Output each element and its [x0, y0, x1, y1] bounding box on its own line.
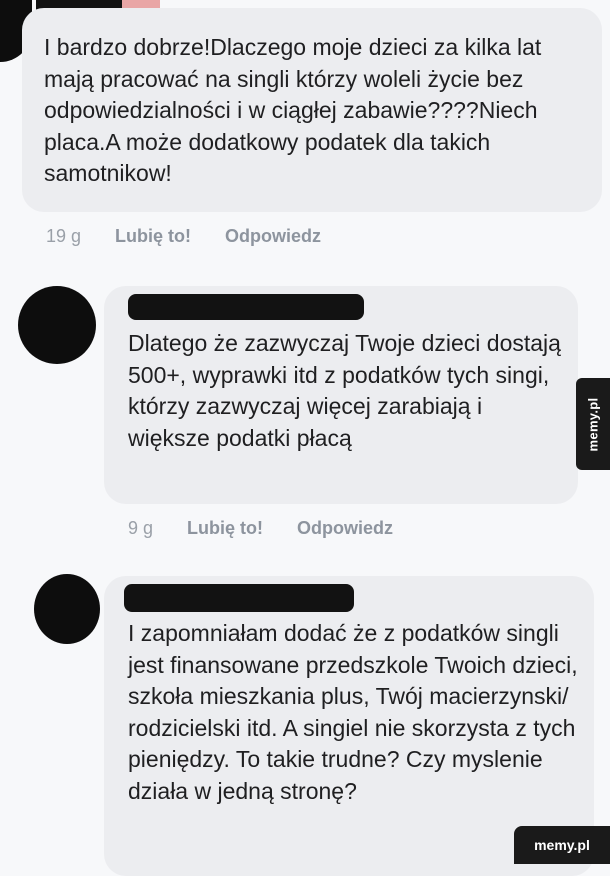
avatar[interactable]: [18, 286, 96, 364]
watermark-side-text: memy.pl: [585, 397, 601, 451]
comment-text: Dlatego że zazwyczaj Twoje dzieci dostaj…: [128, 330, 561, 451]
comment-bubble: I bardzo dobrze!Dlaczego moje dzieci za …: [22, 8, 602, 212]
comment-text: I zapomniałam dodać że z podatków singli…: [128, 620, 578, 804]
watermark-side: memy.pl: [576, 378, 610, 470]
avatar[interactable]: [34, 574, 100, 644]
watermark-bottom: memy.pl: [514, 826, 610, 864]
redacted-username: [128, 294, 364, 320]
like-button[interactable]: Lubię to!: [115, 226, 191, 247]
comment-text: I bardzo dobrze!Dlaczego moje dzieci za …: [44, 34, 542, 186]
redacted-username: [124, 584, 354, 612]
reply-button[interactable]: Odpowiedz: [297, 518, 393, 539]
comment-timestamp: 9 g: [128, 518, 154, 538]
comment-timestamp: 19 g: [46, 226, 82, 246]
comment-actions: 19 g Lubię to! Odpowiedz: [46, 226, 321, 247]
reply-button[interactable]: Odpowiedz: [225, 226, 321, 247]
like-button[interactable]: Lubię to!: [187, 518, 263, 539]
comment-actions: 9 g Lubię to! Odpowiedz: [128, 518, 393, 539]
